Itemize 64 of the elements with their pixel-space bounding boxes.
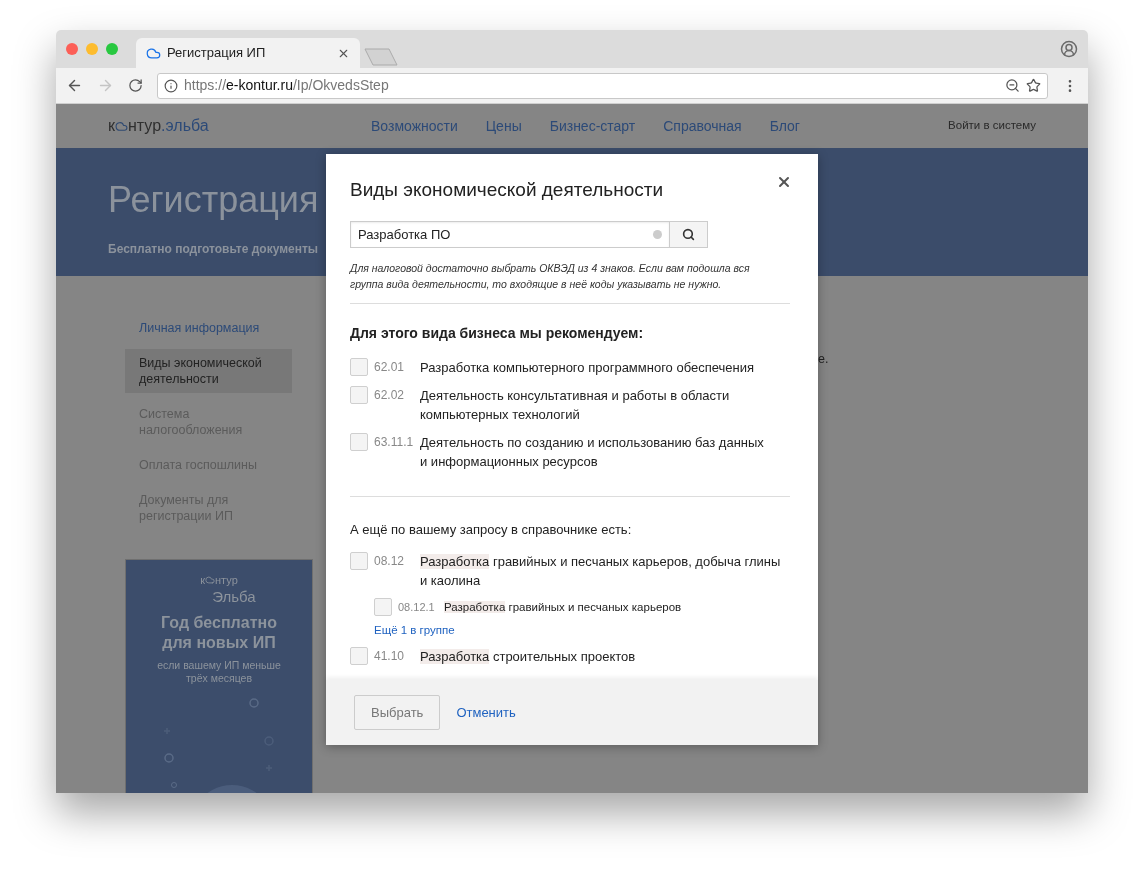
select-button[interactable]: Выбрать xyxy=(354,695,441,730)
promo-banner[interactable]: к нтур Эльба Год бесплатно для новых ИП если вашему ИП меньше трёх месяцев xyxy=(125,559,313,793)
close-icon[interactable] xyxy=(776,174,792,190)
okved-name: Разработка гравийных и песчаных карьеров xyxy=(444,599,682,615)
nav-link[interactable]: Цены xyxy=(485,115,522,137)
cancel-link[interactable]: Отменить xyxy=(456,702,516,723)
login-link[interactable]: Войти в систему xyxy=(948,117,1036,135)
checkbox[interactable] xyxy=(374,597,392,616)
info-icon xyxy=(164,78,178,93)
page-subtitle: Бесплатно подготовьте документы xyxy=(108,241,319,258)
okved-code: 62.01 xyxy=(374,359,406,376)
cloud-icon xyxy=(146,45,161,61)
nav-link[interactable]: Бизнес-старт xyxy=(549,115,636,137)
address-bar[interactable]: https://e-kontur.ru/Ip/OkvedsStep xyxy=(157,72,1048,99)
section-heading: А ещё по вашему запросу в справочнике есть: xyxy=(350,521,633,539)
promo-logo-name: Эльба xyxy=(212,588,256,605)
sidebar-item[interactable]: Личная информация xyxy=(125,314,292,342)
okved-name: Разработка компьютерного программного обеспечения xyxy=(420,359,756,377)
maximize-window-icon[interactable] xyxy=(106,43,118,55)
url-text: https://e-kontur.ru/Ip/OkvedsStep xyxy=(184,76,390,95)
back-icon[interactable] xyxy=(66,77,83,94)
okved-code: 62.02 xyxy=(374,387,406,404)
okved-code: 08.12 xyxy=(374,552,406,570)
star-icon[interactable] xyxy=(1026,78,1041,93)
nav-link[interactable]: Возможности xyxy=(371,115,458,137)
close-window-icon[interactable] xyxy=(66,43,78,55)
minimize-window-icon[interactable] xyxy=(86,43,98,55)
browser-tab[interactable]: Регистрация ИП xyxy=(136,38,360,68)
checkbox[interactable] xyxy=(350,358,368,376)
tab-title: Регистрация ИП xyxy=(167,44,267,63)
okved-code: 08.12.1 xyxy=(398,599,436,615)
cloud-icon xyxy=(205,575,216,586)
promo-logo-text: нтур xyxy=(215,573,238,588)
okved-code: 41.10 xyxy=(374,647,406,665)
modal-title: Виды экономической деятельности xyxy=(350,178,663,202)
checkbox[interactable] xyxy=(350,551,368,570)
okved-name: Разработка гравийных и песчаных карьеров, добыча глины и каолина xyxy=(420,552,782,590)
hint-text: Для налоговой достаточно выбрать ОКВЭД из 4 знаков. Если вам подошла вся группа вида деятельности, то входящие в неё коды указывать не нужно. xyxy=(350,261,751,292)
checkbox[interactable] xyxy=(350,433,368,451)
sidebar-item[interactable]: Виды экономической деятельности xyxy=(125,349,292,393)
nav-link[interactable]: Блог xyxy=(769,115,800,137)
new-tab-icon[interactable] xyxy=(364,48,398,66)
text-fragment: е. xyxy=(818,351,829,368)
search-field[interactable]: Разработка ПО xyxy=(350,221,670,248)
okved-code: 63.11.1 xyxy=(374,434,415,451)
okved-name: Деятельность консультативная и работы в области компьютерных технологий xyxy=(420,387,731,424)
checkbox[interactable] xyxy=(350,386,368,404)
more-in-group-link[interactable]: Ещё 1 в группе xyxy=(374,621,455,639)
nav-link[interactable]: Справочная xyxy=(663,115,742,137)
promo-title: Год бесплатно для новых ИП xyxy=(160,612,278,653)
okved-name: Деятельность по созданию и использованию баз данных и информационных ресурсов xyxy=(420,434,765,471)
page-title: Регистрация xyxy=(108,178,319,222)
profile-icon[interactable] xyxy=(1060,40,1078,58)
search-button[interactable] xyxy=(670,221,708,248)
promo-logo-text: к xyxy=(200,573,206,588)
zoom-out-icon[interactable] xyxy=(1005,78,1020,93)
promo-text: если вашему ИП меньше трёх месяцев xyxy=(156,658,282,685)
search-icon xyxy=(682,228,695,241)
clear-icon[interactable] xyxy=(653,230,662,239)
site-logo[interactable]: к нтур.эльба xyxy=(108,114,371,138)
reload-icon[interactable] xyxy=(128,78,143,93)
checkbox[interactable] xyxy=(350,646,368,665)
okved-name: Разработка строительных проектов xyxy=(420,647,637,666)
section-heading: Для этого вида бизнеса мы рекомендуем: xyxy=(350,324,645,343)
